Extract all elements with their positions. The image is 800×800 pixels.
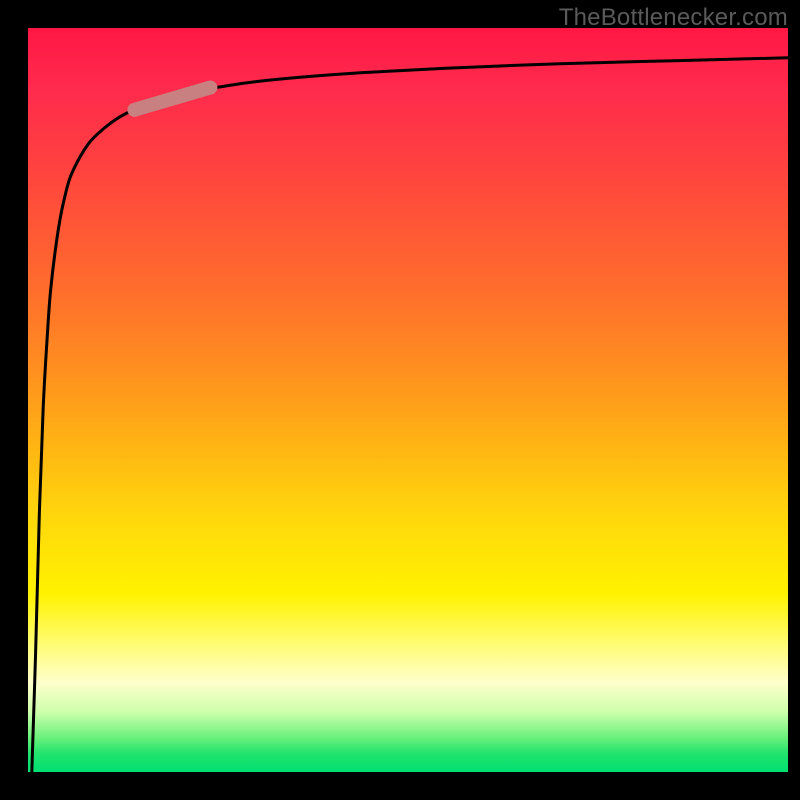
highlight-segment xyxy=(134,88,210,110)
bottleneck-curve xyxy=(32,58,788,772)
plot-area xyxy=(28,28,788,772)
watermark-text: TheBottlenecker.com xyxy=(559,4,788,32)
curve-svg xyxy=(28,28,788,772)
chart-frame: TheBottlenecker.com xyxy=(0,0,800,800)
